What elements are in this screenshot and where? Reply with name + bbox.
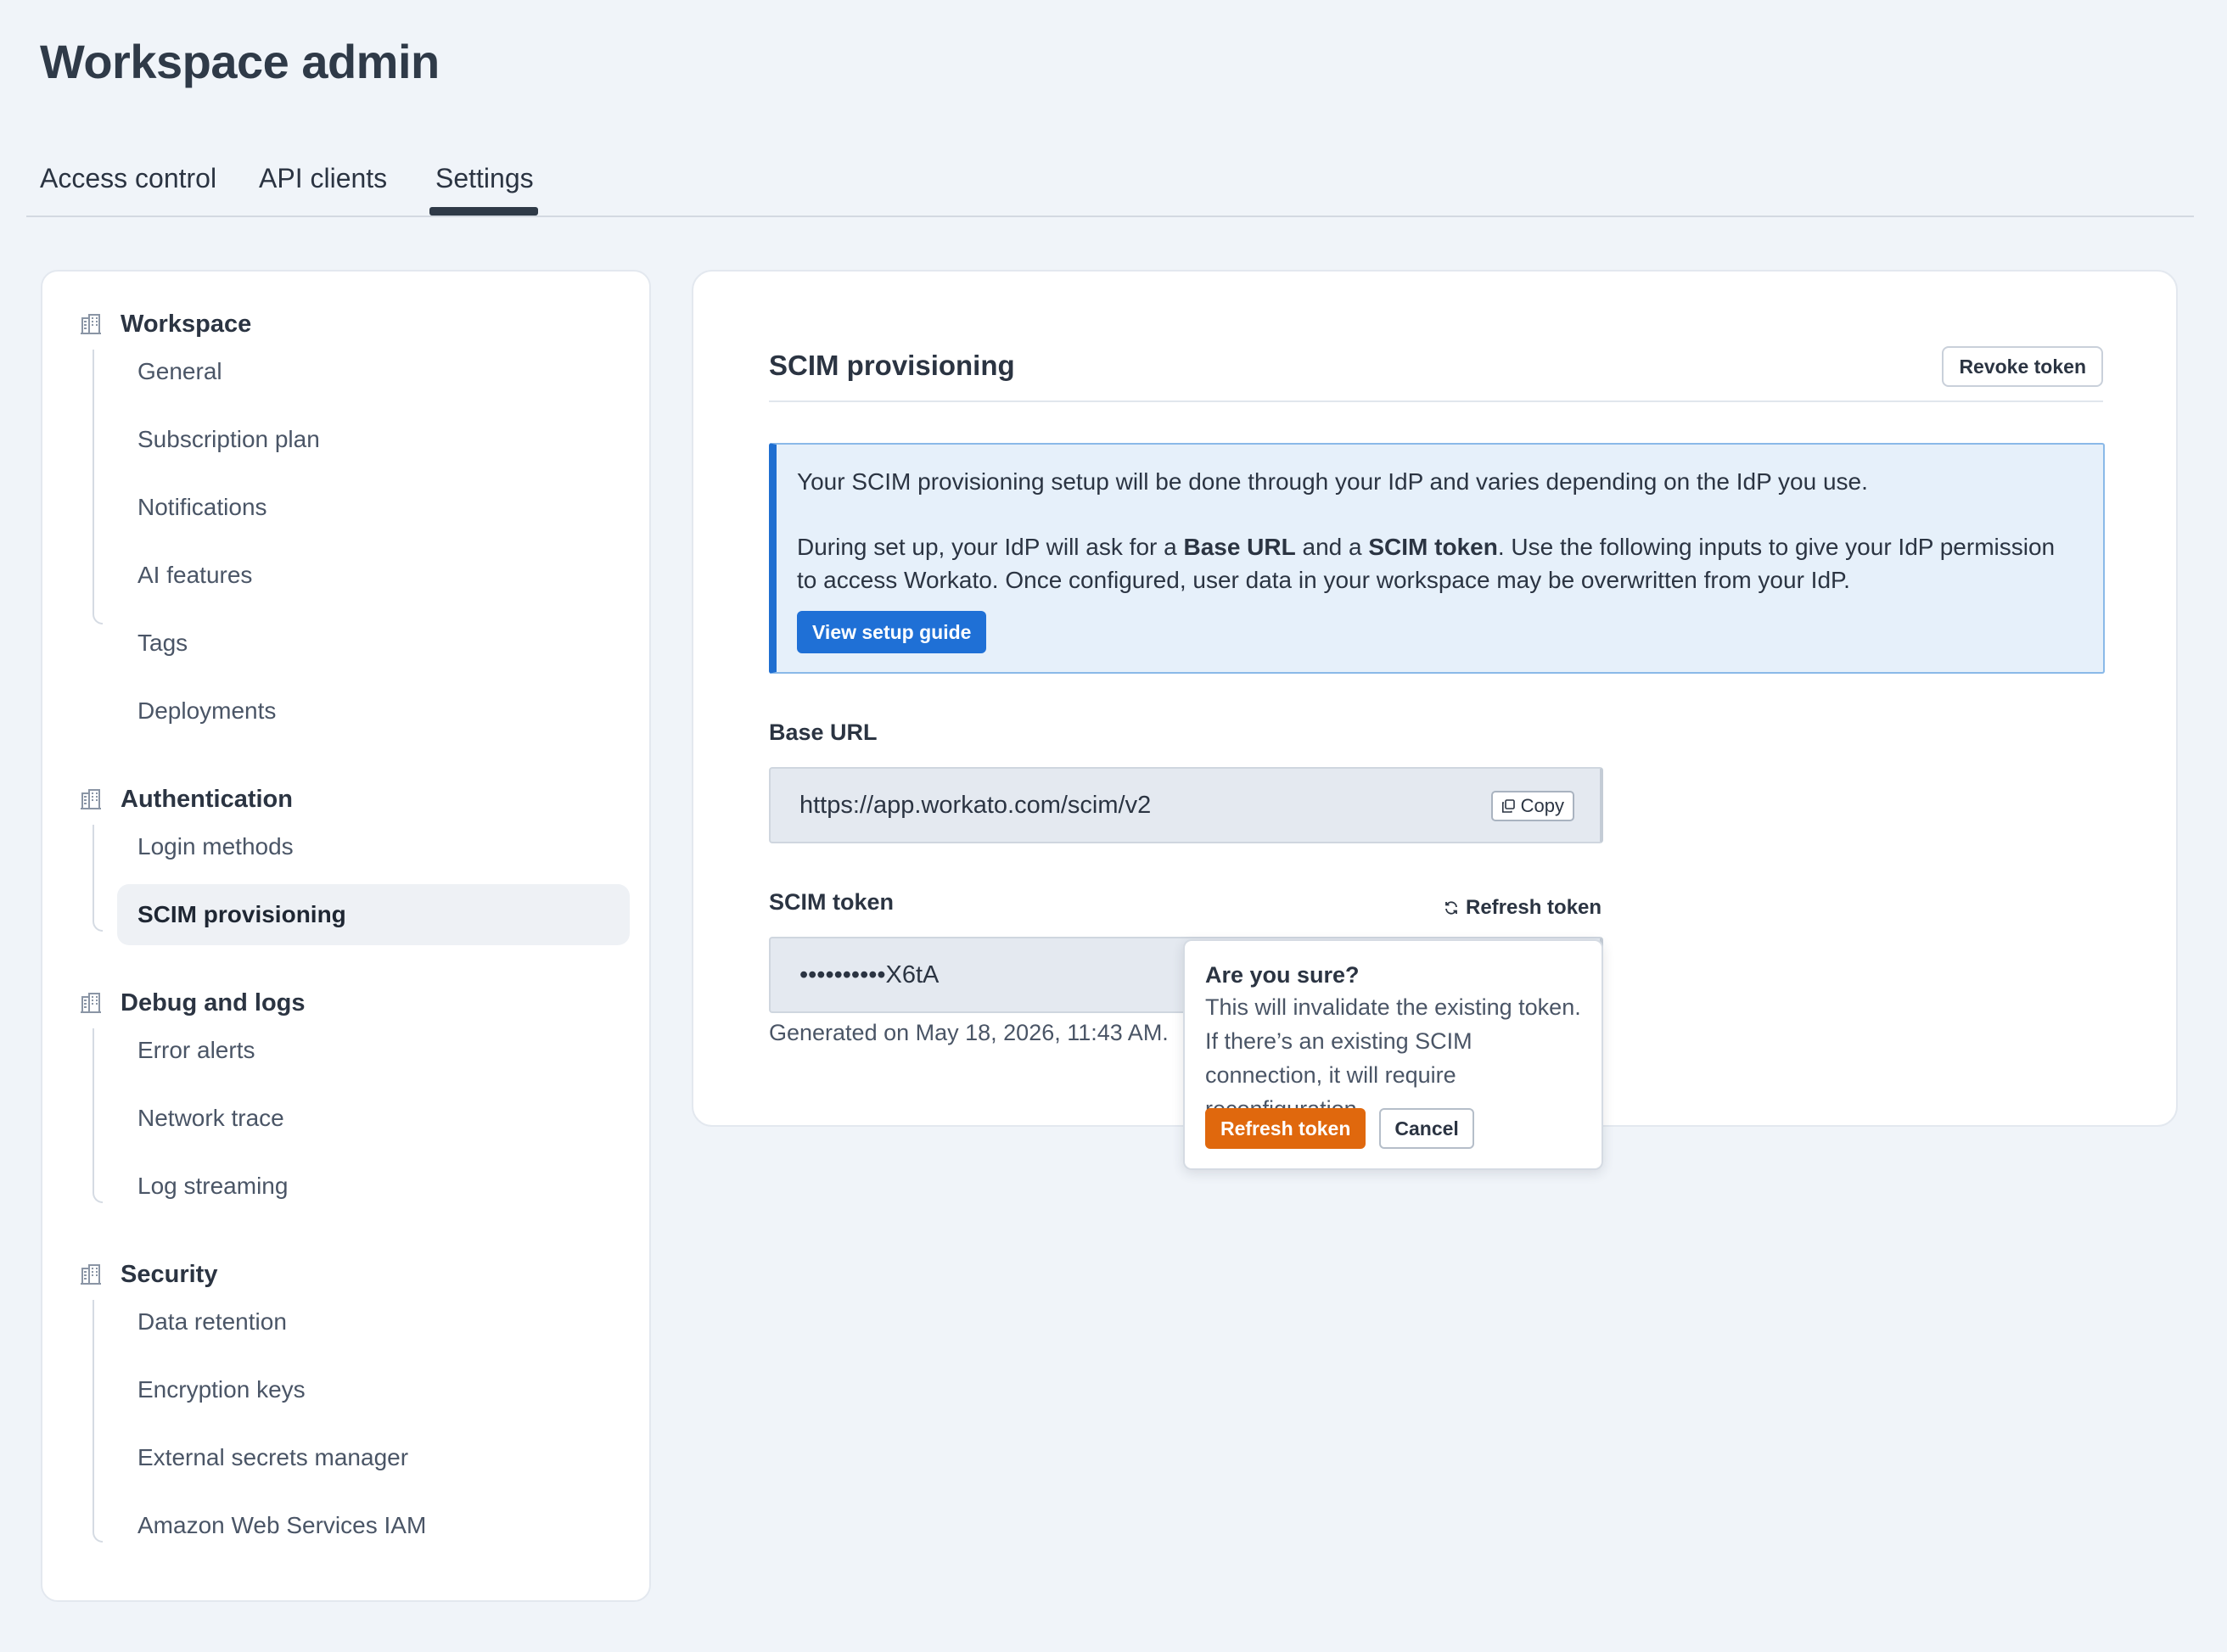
confirm-refresh-token-button[interactable]: Refresh token: [1205, 1108, 1366, 1149]
section-connector: [93, 825, 103, 932]
building-icon: [81, 789, 101, 809]
sidebar-item-subscription-plan[interactable]: Subscription plan: [117, 409, 630, 470]
building-icon: [81, 993, 101, 1013]
popover-text: This will invalidate the existing token.…: [1205, 994, 1581, 1122]
section-title: SCIM provisioning: [769, 350, 1015, 381]
sidebar-item-network-trace[interactable]: Network trace: [117, 1088, 630, 1149]
section-connector: [93, 350, 103, 624]
refresh-icon: [1445, 901, 1457, 915]
base-url-field[interactable]: https://app.workato.com/scim/v2 Copy: [769, 767, 1603, 843]
active-tab-indicator: [429, 207, 538, 216]
page-title: Workspace admin: [40, 35, 440, 88]
info-text-bold: SCIM token: [1368, 534, 1498, 560]
sidebar-item-data-retention[interactable]: Data retention: [117, 1291, 630, 1352]
sidebar-item-login-methods[interactable]: Login methods: [117, 816, 630, 877]
info-text-part: During set up, your IdP will ask for a: [797, 534, 1184, 560]
sidebar-item-deployments[interactable]: Deployments: [117, 680, 630, 742]
sidebar-item-scim-provisioning[interactable]: SCIM provisioning: [117, 884, 630, 945]
section-title: Debug and logs: [121, 988, 306, 1016]
section-title: Workspace: [121, 310, 252, 338]
token-generated-timestamp: Generated on May 18, 2026, 11:43 AM.: [769, 1020, 1169, 1045]
copy-icon: [1501, 799, 1515, 813]
tab-settings[interactable]: Settings: [435, 163, 534, 194]
info-text-part: and a: [1295, 534, 1369, 560]
sidebar-item-encryption-keys[interactable]: Encryption keys: [117, 1359, 630, 1420]
refresh-token-label: Refresh token: [1466, 896, 1602, 919]
view-setup-guide-button[interactable]: View setup guide: [797, 611, 987, 653]
copy-label: Copy: [1520, 795, 1564, 816]
info-text: Your SCIM provisioning setup will be don…: [797, 468, 1868, 495]
section-header: Authentication: [80, 781, 293, 818]
section-title: Security: [121, 1260, 218, 1288]
building-icon: [81, 1264, 101, 1285]
sidebar-item-ai-features[interactable]: AI features: [117, 545, 630, 606]
scim-token-value: ••••••••••X6tA: [799, 960, 940, 988]
sidebar-item-error-alerts[interactable]: Error alerts: [117, 1020, 630, 1081]
revoke-token-button[interactable]: Revoke token: [1942, 346, 2103, 387]
divider: [769, 400, 2103, 402]
cancel-button[interactable]: Cancel: [1379, 1108, 1474, 1149]
section-header: Security: [80, 1256, 217, 1293]
sidebar-item-tags[interactable]: Tags: [117, 613, 630, 674]
copy-button[interactable]: Copy: [1490, 791, 1574, 821]
settings-sidebar: Workspace General Subscription plan Noti…: [41, 270, 651, 1602]
popover-actions: Refresh token Cancel: [1205, 1108, 1474, 1149]
tab-bar: Access control API clients Settings: [26, 160, 2194, 217]
info-text-bold: Base URL: [1183, 534, 1296, 560]
refresh-token-link[interactable]: Refresh token: [1444, 896, 1602, 920]
info-callout: Your SCIM provisioning setup will be don…: [769, 443, 2105, 674]
building-icon: [81, 314, 101, 334]
sidebar-item-external-secrets-manager[interactable]: External secrets manager: [117, 1427, 630, 1488]
tab-api-clients[interactable]: API clients: [259, 163, 387, 194]
workspace-admin-page: Workspace admin Access control API clien…: [0, 0, 2227, 1652]
section-title: Authentication: [121, 785, 293, 813]
base-url-value: https://app.workato.com/scim/v2: [799, 791, 1152, 819]
base-url-label: Base URL: [769, 720, 878, 745]
scim-token-label: SCIM token: [769, 889, 895, 915]
tab-access-control[interactable]: Access control: [40, 163, 216, 194]
sidebar-item-notifications[interactable]: Notifications: [117, 477, 630, 538]
sidebar-item-aws-iam[interactable]: Amazon Web Services IAM: [117, 1495, 630, 1556]
popover-title: Are you sure?: [1205, 962, 1360, 988]
sidebar-item-log-streaming[interactable]: Log streaming: [117, 1156, 630, 1217]
info-text: During set up, your IdP will ask for a B…: [797, 530, 2081, 596]
section-header: Debug and logs: [80, 984, 306, 1022]
section-connector: [93, 1028, 103, 1203]
section-header: Workspace: [80, 305, 251, 343]
sidebar-item-general[interactable]: General: [117, 341, 630, 402]
refresh-confirmation-popover: Are you sure? This will invalidate the e…: [1183, 939, 1603, 1170]
section-connector: [93, 1300, 103, 1543]
